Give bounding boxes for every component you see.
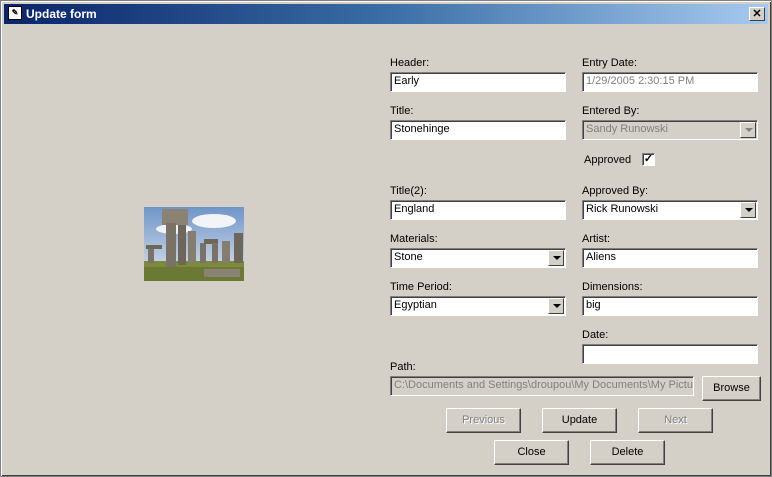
title-label: Title: bbox=[390, 105, 414, 117]
date-input[interactable] bbox=[582, 344, 758, 364]
approved-by-select[interactable]: Rick Runowski bbox=[582, 200, 758, 220]
title-input[interactable]: Stonehinge bbox=[390, 120, 566, 140]
path-label: Path: bbox=[390, 361, 416, 373]
entry-date-label: Entry Date: bbox=[582, 57, 638, 69]
entered-by-label: Entered By: bbox=[582, 105, 640, 117]
close-window-button[interactable]: ✕ bbox=[749, 7, 765, 21]
chevron-down-icon[interactable] bbox=[740, 122, 756, 138]
dimensions-input[interactable]: big bbox=[582, 296, 758, 316]
entered-by-select[interactable]: Sandy Runowski bbox=[582, 120, 758, 140]
browse-button[interactable]: Browse bbox=[702, 376, 761, 401]
title2-input[interactable]: England bbox=[390, 200, 566, 220]
title2-label: Title(2): bbox=[390, 185, 427, 197]
app-icon: ✎ bbox=[8, 6, 22, 20]
path-input[interactable]: C:\Documents and Settings\droupou\My Doc… bbox=[390, 376, 694, 396]
materials-select[interactable]: Stone bbox=[390, 248, 566, 268]
chevron-down-icon[interactable] bbox=[740, 202, 756, 218]
next-button[interactable]: Next bbox=[638, 408, 713, 433]
chevron-down-icon[interactable] bbox=[548, 298, 564, 314]
update-button[interactable]: Update bbox=[542, 408, 617, 433]
approved-checkbox[interactable]: ✓ bbox=[642, 153, 655, 166]
header-label: Header: bbox=[390, 57, 430, 69]
close-button[interactable]: Close bbox=[494, 440, 569, 465]
entry-date-input[interactable]: 1/29/2005 2:30:15 PM bbox=[582, 72, 758, 92]
header-input[interactable]: Early bbox=[390, 72, 566, 92]
artist-input[interactable]: Aliens bbox=[582, 248, 758, 268]
approved-by-value: Rick Runowski bbox=[586, 203, 659, 215]
time-period-value: Egyptian bbox=[394, 299, 437, 311]
time-period-label: Time Period: bbox=[390, 281, 452, 293]
check-icon: ✓ bbox=[643, 153, 654, 165]
photo-image bbox=[144, 207, 244, 281]
window-title: Update form bbox=[26, 7, 97, 21]
title-bar[interactable]: ✎ Update form ✕ bbox=[4, 4, 768, 24]
materials-label: Materials: bbox=[390, 233, 438, 245]
stonehenge-photo bbox=[144, 207, 244, 281]
entered-by-value: Sandy Runowski bbox=[586, 123, 668, 135]
artist-label: Artist: bbox=[582, 233, 611, 245]
approved-label: Approved bbox=[584, 154, 632, 166]
dimensions-label: Dimensions: bbox=[582, 281, 643, 293]
previous-button[interactable]: Previous bbox=[446, 408, 521, 433]
approved-by-label: Approved By: bbox=[582, 185, 649, 197]
date-label: Date: bbox=[582, 329, 609, 341]
chevron-down-icon[interactable] bbox=[548, 250, 564, 266]
delete-button[interactable]: Delete bbox=[590, 440, 665, 465]
materials-value: Stone bbox=[394, 251, 423, 263]
time-period-select[interactable]: Egyptian bbox=[390, 296, 566, 316]
